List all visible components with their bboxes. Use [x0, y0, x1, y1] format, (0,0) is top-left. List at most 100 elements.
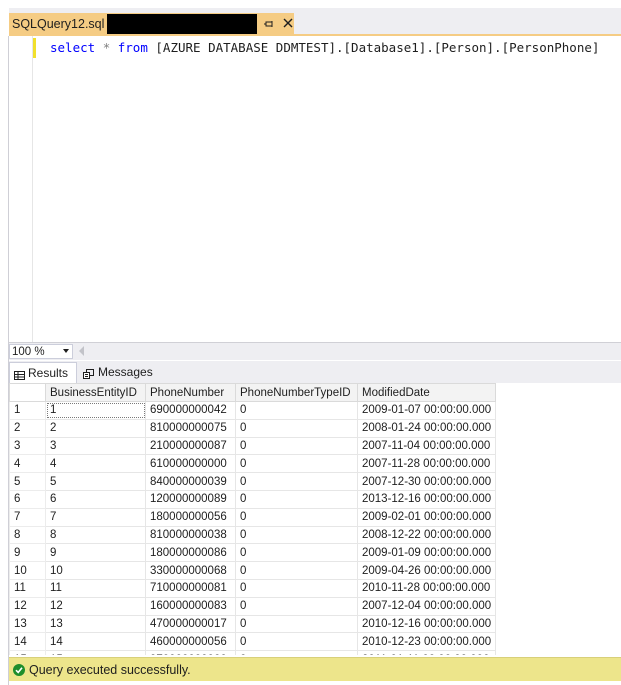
cell-phone-number[interactable]: 180000000086 — [145, 543, 236, 563]
table-row[interactable]: 9 9 180000000086 0 2009-01-09 00:00:00.000 — [9, 543, 497, 563]
query-text[interactable]: select * from [AZURE DATABASE DDMTEST].[… — [50, 39, 599, 57]
cell-business-entity-id[interactable]: 9 — [45, 543, 146, 563]
cell-business-entity-id[interactable]: 14 — [45, 632, 146, 652]
close-icon[interactable] — [281, 16, 295, 30]
table-row[interactable]: 1 1 690000000042 0 2009-01-07 00:00:00.000 — [9, 401, 497, 420]
cell-business-entity-id[interactable]: 7 — [45, 507, 146, 527]
cell-phone-number[interactable]: 970000000000 — [145, 650, 236, 655]
cell-modified-date[interactable]: 2007-11-04 00:00:00.000 — [356, 436, 497, 456]
cell-phone-number-type-id[interactable]: 0 — [235, 578, 358, 598]
query-editor[interactable]: select * from [AZURE DATABASE DDMTEST].[… — [9, 36, 621, 342]
table-row[interactable]: 11 11 710000000081 0 2010-11-28 00:00:00.000 — [9, 578, 497, 598]
cell-modified-date[interactable]: 2007-11-28 00:00:00.000 — [356, 454, 497, 474]
row-number[interactable]: 1 — [9, 401, 46, 420]
row-number[interactable]: 2 — [9, 418, 46, 438]
tab-sqlquery12[interactable]: SQLQuery12.sql - — [9, 13, 294, 36]
cell-modified-date[interactable]: 2009-01-07 00:00:00.000 — [356, 401, 497, 420]
column-header[interactable]: BusinessEntityID — [45, 383, 146, 402]
cell-phone-number-type-id[interactable]: 0 — [235, 454, 358, 474]
cell-phone-number-type-id[interactable]: 0 — [235, 543, 358, 563]
cell-phone-number-type-id[interactable]: 0 — [235, 561, 358, 580]
cell-business-entity-id[interactable]: 6 — [45, 489, 146, 509]
cell-modified-date[interactable]: 2010-11-28 00:00:00.000 — [356, 578, 497, 598]
cell-business-entity-id[interactable]: 5 — [45, 472, 146, 491]
cell-phone-number[interactable]: 180000000056 — [145, 507, 236, 527]
cell-phone-number-type-id[interactable]: 0 — [235, 418, 358, 438]
cell-phone-number[interactable]: 840000000039 — [145, 472, 236, 491]
row-number[interactable]: 4 — [9, 454, 46, 474]
tab-results[interactable]: Results — [9, 362, 77, 383]
cell-phone-number-type-id[interactable]: 0 — [235, 472, 358, 491]
row-number[interactable]: 6 — [9, 489, 46, 509]
scroll-left-icon[interactable] — [79, 346, 84, 356]
cell-phone-number[interactable]: 690000000042 — [145, 401, 236, 420]
row-number[interactable]: 3 — [9, 436, 46, 456]
row-number[interactable]: 9 — [9, 543, 46, 563]
tab-messages[interactable]: Messages — [79, 362, 153, 383]
cell-modified-date[interactable]: 2010-12-16 00:00:00.000 — [356, 614, 497, 634]
cell-business-entity-id[interactable]: 13 — [45, 614, 146, 634]
table-row[interactable]: 5 5 840000000039 0 2007-12-30 00:00:00.000 — [9, 472, 497, 491]
table-row[interactable]: 12 12 160000000083 0 2007-12-04 00:00:00.000 — [9, 596, 497, 616]
row-number[interactable]: 5 — [9, 472, 46, 491]
cell-modified-date[interactable]: 2013-12-16 00:00:00.000 — [356, 489, 497, 509]
row-number[interactable]: 8 — [9, 525, 46, 545]
cell-phone-number-type-id[interactable]: 0 — [235, 507, 358, 527]
cell-modified-date[interactable]: 2009-02-01 00:00:00.000 — [356, 507, 497, 527]
table-row[interactable]: 151597000000000002011-01-11 00:00:00.000 — [9, 650, 497, 655]
column-header[interactable]: ModifiedDate — [356, 383, 497, 402]
row-number[interactable]: 13 — [9, 614, 46, 634]
cell-phone-number-type-id[interactable]: 0 — [235, 489, 358, 509]
cell-phone-number[interactable]: 210000000087 — [145, 436, 236, 456]
grid-corner[interactable] — [9, 383, 46, 402]
cell-modified-date[interactable]: 2007-12-04 00:00:00.000 — [356, 596, 497, 616]
table-row[interactable]: 13 13 470000000017 0 2010-12-16 00:00:00.000 — [9, 614, 497, 634]
cell-phone-number[interactable]: 810000000038 — [145, 525, 236, 545]
row-number[interactable]: 12 — [9, 596, 46, 616]
cell-phone-number[interactable]: 160000000083 — [145, 596, 236, 616]
cell-phone-number[interactable]: 330000000068 — [145, 561, 236, 580]
cell-business-entity-id[interactable]: 1 — [45, 401, 146, 420]
zoom-select[interactable]: 100 % — [9, 344, 73, 359]
table-row[interactable]: 10 10 330000000068 0 2009-04-26 00:00:00.000 — [9, 561, 497, 580]
cell-phone-number[interactable]: 460000000056 — [145, 632, 236, 652]
table-row[interactable]: 3 3 210000000087 0 2007-11-04 00:00:00.000 — [9, 436, 497, 456]
column-header[interactable]: PhoneNumberTypeID — [235, 383, 358, 402]
cell-phone-number-type-id[interactable]: 0 — [235, 614, 358, 634]
cell-modified-date[interactable]: 2007-12-30 00:00:00.000 — [356, 472, 497, 491]
cell-business-entity-id[interactable]: 4 — [45, 454, 146, 474]
table-row[interactable]: 7 7 180000000056 0 2009-02-01 00:00:00.000 — [9, 507, 497, 527]
row-number[interactable]: 14 — [9, 632, 46, 652]
cell-phone-number-type-id[interactable]: 0 — [235, 596, 358, 616]
cell-modified-date[interactable]: 2009-04-26 00:00:00.000 — [356, 561, 497, 580]
cell-phone-number[interactable]: 710000000081 — [145, 578, 236, 598]
table-row[interactable]: 4 4 610000000000 0 2007-11-28 00:00:00.000 — [9, 454, 497, 474]
cell-modified-date[interactable]: 2008-01-24 00:00:00.000 — [356, 418, 497, 438]
cell-modified-date[interactable]: 2009-01-09 00:00:00.000 — [356, 543, 497, 563]
row-number[interactable]: 11 — [9, 578, 46, 598]
row-number[interactable]: 7 — [9, 507, 46, 527]
cell-modified-date[interactable]: 2010-12-23 00:00:00.000 — [356, 632, 497, 652]
cell-modified-date[interactable]: 2008-12-22 00:00:00.000 — [356, 525, 497, 545]
table-row[interactable]: 6 6 120000000089 0 2013-12-16 00:00:00.000 — [9, 489, 497, 509]
cell-phone-number-type-id[interactable]: 0 — [235, 401, 358, 420]
cell-phone-number-type-id[interactable]: 0 — [235, 525, 358, 545]
cell-business-entity-id[interactable]: 12 — [45, 596, 146, 616]
results-grid[interactable]: BusinessEntityID PhoneNumber PhoneNumber… — [9, 383, 621, 655]
cell-phone-number-type-id[interactable]: 0 — [235, 632, 358, 652]
cell-business-entity-id[interactable]: 2 — [45, 418, 146, 438]
table-row[interactable]: 2 2 810000000075 0 2008-01-24 00:00:00.000 — [9, 418, 497, 438]
cell-phone-number[interactable]: 610000000000 — [145, 454, 236, 474]
cell-phone-number[interactable]: 470000000017 — [145, 614, 236, 634]
cell-phone-number-type-id[interactable]: 0 — [235, 650, 358, 655]
pin-icon[interactable] — [261, 17, 275, 31]
cell-modified-date[interactable]: 2011-01-11 00:00:00.000 — [356, 650, 497, 655]
table-row[interactable]: 8 8 810000000038 0 2008-12-22 00:00:00.000 — [9, 525, 497, 545]
cell-phone-number-type-id[interactable]: 0 — [235, 436, 358, 456]
cell-business-entity-id[interactable]: 10 — [45, 561, 146, 580]
cell-business-entity-id[interactable]: 8 — [45, 525, 146, 545]
row-number[interactable]: 15 — [9, 650, 46, 655]
column-header[interactable]: PhoneNumber — [145, 383, 236, 402]
cell-business-entity-id[interactable]: 15 — [45, 650, 146, 655]
row-number[interactable]: 10 — [9, 561, 46, 580]
